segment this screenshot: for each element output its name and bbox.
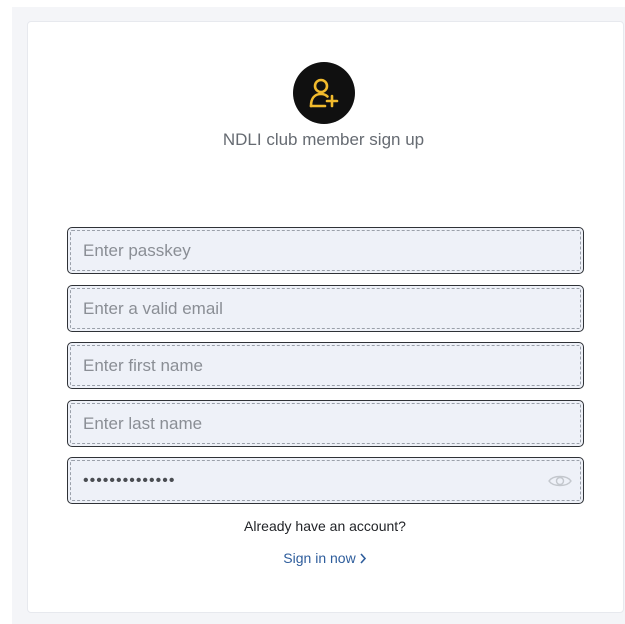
user-add-icon: [293, 62, 355, 124]
page-title: NDLI club member sign up: [222, 130, 425, 149]
password-field: [67, 457, 584, 504]
last-name-input[interactable]: [68, 401, 583, 446]
chevron-right-icon: [359, 551, 367, 567]
passkey-input[interactable]: [68, 228, 583, 273]
passkey-field: [67, 227, 584, 274]
first-name-input[interactable]: [68, 343, 583, 388]
sign-in-label: Sign in now: [283, 550, 356, 566]
last-name-field: [67, 400, 584, 447]
eye-icon[interactable]: [547, 470, 573, 492]
sign-in-link[interactable]: Sign in now: [0, 550, 625, 567]
email-input[interactable]: [68, 286, 583, 331]
first-name-field: [67, 342, 584, 389]
password-input[interactable]: [68, 458, 583, 503]
email-field: [67, 285, 584, 332]
account-prompt: Already have an account?: [244, 518, 406, 534]
